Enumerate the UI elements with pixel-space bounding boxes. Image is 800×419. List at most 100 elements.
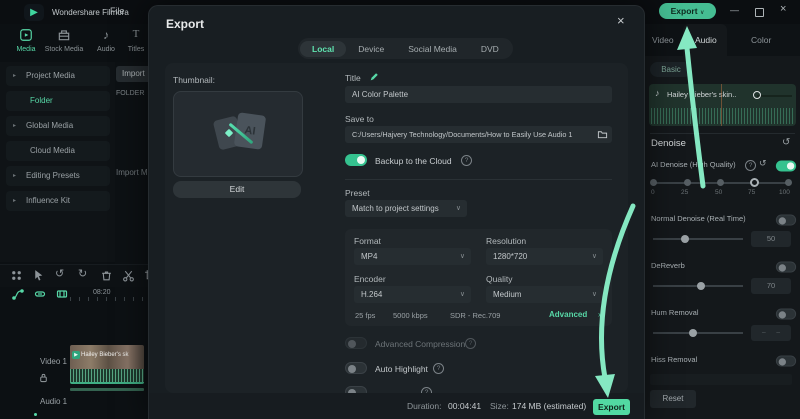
minimize-icon[interactable]: —	[730, 5, 739, 15]
cursor-select-icon[interactable]	[32, 269, 45, 282]
title-input[interactable]: AI Color Palette	[345, 86, 612, 103]
tick-25: 25	[681, 189, 688, 196]
help-icon[interactable]: ?	[745, 160, 756, 171]
backup-cloud-toggle[interactable]	[345, 154, 367, 166]
link-tool-icon[interactable]	[34, 288, 46, 300]
audio-waveform	[651, 108, 794, 124]
slider-dot	[717, 179, 724, 186]
chevron-down-icon: ∨	[592, 248, 597, 265]
bezier-tool-icon[interactable]	[12, 288, 24, 300]
tab-local[interactable]: Local	[300, 41, 346, 57]
preset-dropdown[interactable]: Match to project settings ∨	[345, 200, 467, 217]
format-group: Format MP4 ∨ Resolution 1280*720 ∨ Encod…	[345, 229, 612, 326]
timeline-tools-row: 08:20	[0, 286, 148, 304]
ai-denoise-toggle[interactable]	[776, 160, 796, 171]
edit-thumbnail-button[interactable]: Edit	[173, 181, 301, 198]
chevron-down-icon: ∨	[460, 286, 465, 303]
basic-button[interactable]: Basic	[650, 62, 692, 77]
encoder-dropdown[interactable]: H.264 ∨	[354, 286, 471, 303]
close-dialog-icon[interactable]: ×	[617, 13, 625, 28]
split-scissors-icon[interactable]	[122, 269, 135, 282]
export-button[interactable]: Export	[593, 399, 630, 415]
audio-clip-strip[interactable]	[70, 388, 144, 391]
hum-slider-handle[interactable]	[689, 329, 697, 337]
video-clip[interactable]: ▶ Hailey Bieber's sk	[70, 345, 144, 384]
screen-record-icon[interactable]	[10, 269, 23, 282]
sidebar-item-project-media[interactable]: ▸ Project Media	[6, 66, 110, 86]
clip-play-icon: ▶	[72, 351, 80, 359]
sidebar-item-global-media[interactable]: ▸ Global Media	[6, 116, 110, 136]
delete-icon[interactable]	[100, 269, 113, 282]
resolution-dropdown[interactable]: 1280*720 ∨	[486, 248, 603, 265]
lock-track-icon[interactable]	[38, 372, 49, 383]
media-sidebar: ▸ Project Media Folder ▸ Global Media Cl…	[0, 62, 116, 262]
film-tool-icon[interactable]	[56, 288, 68, 300]
undo-icon[interactable]: ↺	[55, 267, 64, 280]
duration-value: 00:04:41	[448, 401, 481, 411]
audio-clip-card[interactable]: ♪ Hailey Bieber's skin..	[649, 84, 796, 126]
normal-denoise-slider-handle[interactable]	[681, 235, 689, 243]
hum-slider-track[interactable]	[653, 332, 743, 334]
menu-file[interactable]: File	[110, 6, 125, 16]
timeline-ruler[interactable]	[70, 297, 148, 301]
reset-button[interactable]: Reset	[650, 390, 696, 408]
dereverb-value[interactable]: 70	[751, 278, 791, 294]
ai-denoise-slider-handle[interactable]	[750, 178, 759, 187]
auto-highlight-toggle[interactable]	[345, 362, 367, 374]
chevron-down-icon: ∨	[460, 248, 465, 265]
size-value: 174 MB (estimated)	[512, 401, 586, 411]
help-icon[interactable]: ?	[433, 363, 444, 374]
sidebar-item-folder[interactable]: Folder	[6, 91, 110, 111]
sidebar-item-cloud-media[interactable]: Cloud Media	[6, 141, 110, 161]
normal-denoise-toggle[interactable]	[776, 214, 796, 225]
clipped-toggle[interactable]	[345, 386, 367, 393]
slider-dot	[684, 179, 691, 186]
media-toolbar: Media Stock Media ♪ Audio T Titles	[0, 24, 148, 62]
tab-device[interactable]: Device	[346, 41, 396, 57]
save-path-input[interactable]: C:/Users/Hajvery Technology/Documents/Ho…	[345, 126, 612, 143]
toolbar-stock-media[interactable]: Stock Media	[42, 28, 86, 53]
tab-video[interactable]: Video	[652, 35, 674, 45]
tick-50: 50	[715, 189, 722, 196]
hum-frequency-selector[interactable]: ~ ~	[751, 325, 791, 341]
sidebar-item-influence-kit[interactable]: ▸ Influence Kit	[6, 191, 110, 211]
size-label: Size:	[490, 401, 509, 411]
tab-social-media[interactable]: Social Media	[396, 41, 469, 57]
advanced-link[interactable]: Advanced	[549, 310, 587, 319]
normal-denoise-slider-track[interactable]	[653, 238, 743, 240]
clip-waveform	[70, 369, 144, 384]
clip-volume-track[interactable]	[757, 95, 792, 97]
dereverb-toggle[interactable]	[776, 261, 796, 272]
quality-dropdown[interactable]: Medium ∨	[486, 286, 603, 303]
hum-removal-toggle[interactable]	[776, 308, 796, 319]
hiss-removal-toggle[interactable]	[776, 355, 796, 366]
reset-section-icon[interactable]: ↺	[782, 137, 790, 148]
advanced-compression-toggle[interactable]	[345, 337, 367, 349]
close-window-icon[interactable]: ×	[780, 3, 786, 15]
format-dropdown[interactable]: MP4 ∨	[354, 248, 471, 265]
export-dialog: Export × Local Device Social Media DVD T…	[148, 5, 645, 419]
panel-tabbar: Video Audio Color	[645, 24, 800, 56]
export-button-top[interactable]: Export ∨	[659, 3, 716, 19]
advanced-compression-label: Advanced Compression	[375, 339, 465, 349]
caret-icon: ▸	[13, 116, 16, 136]
window-controls-bar: Export ∨ — ×	[645, 0, 800, 24]
tab-color[interactable]: Color	[751, 35, 771, 45]
dereverb-slider-handle[interactable]	[697, 282, 705, 290]
caret-icon: ▸	[13, 191, 16, 211]
browse-folder-icon[interactable]	[597, 129, 608, 140]
rename-pencil-icon[interactable]	[369, 72, 379, 82]
restore-icon[interactable]	[755, 8, 764, 17]
normal-denoise-value[interactable]: 50	[751, 231, 791, 247]
audio-track-label: Audio 1	[40, 397, 67, 406]
clip-volume-handle[interactable]	[753, 91, 761, 99]
thumbnail-preview[interactable]: AI	[173, 91, 303, 177]
sidebar-item-editing-presets[interactable]: ▸ Editing Presets	[6, 166, 110, 186]
encoder-label: Encoder	[354, 274, 386, 284]
redo-icon[interactable]: ↻	[78, 267, 87, 280]
help-icon[interactable]: ?	[465, 338, 476, 349]
tab-audio[interactable]: Audio	[695, 35, 717, 45]
help-icon[interactable]: ?	[461, 155, 472, 166]
reset-ai-denoise-icon[interactable]: ↺	[759, 158, 767, 169]
tab-dvd[interactable]: DVD	[469, 41, 511, 57]
